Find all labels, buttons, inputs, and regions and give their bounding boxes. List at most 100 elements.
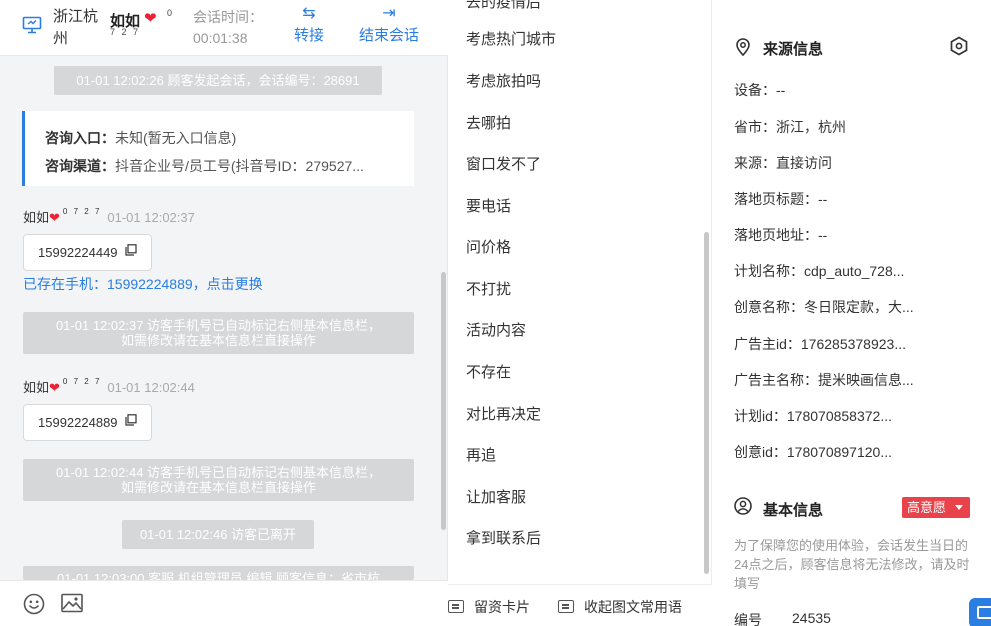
monitor-icon (22, 16, 42, 34)
logout-icon: ⇥ (382, 5, 396, 22)
field-id-value: 24535 (792, 610, 831, 626)
chat-toolbar (0, 580, 448, 626)
message-time: 01-01 12:02:44 (107, 380, 195, 395)
field-plan-id: 计划id：178070858372... (734, 408, 892, 424)
intent-value: 高意愿 (907, 500, 947, 515)
quick-reply-item[interactable]: 考虑旅拍吗 (466, 70, 541, 91)
message-bubble[interactable]: 15992224449 (23, 234, 152, 271)
heart-icon: ❤ (144, 10, 157, 27)
emoji-icon[interactable] (23, 593, 45, 615)
caret-down-icon (955, 505, 963, 510)
channel-row: 咨询渠道：抖音企业号/员工号(抖音号ID：279527... (45, 152, 414, 180)
change-phone-link[interactable]: 已存在手机：15992224889，点击更换 (23, 274, 263, 294)
sender-name: 如如 (23, 210, 50, 225)
chat-header: 浙江杭州 如如 ❤ 0 7 2 7 会话时间： 00:01:38 ⇆ 转接 ⇥ … (0, 0, 448, 56)
chat-float-button[interactable] (969, 598, 991, 626)
quick-reply-item[interactable]: 再追 (466, 444, 496, 465)
transfer-icon: ⇆ (302, 5, 316, 22)
entry-value: 未知(暂无入口信息) (115, 130, 237, 146)
quick-reply-item[interactable]: 要电话 (466, 195, 511, 216)
field-plan-name: 计划名称：cdp_auto_728... (734, 263, 905, 279)
visitor-left-notice: 01-01 12:02:46 访客已离开 (122, 520, 314, 549)
quick-reply-panel: 去的疫情后 考虑热门城市 考虑旅拍吗 去哪拍 窗口发不了 要电话 问价格 不打扰… (448, 0, 712, 626)
chat-scrollbar[interactable] (441, 272, 446, 530)
heart-icon: ❤ (49, 380, 60, 395)
session-time-value: 00:01:38 (193, 30, 248, 46)
visitor-location: 浙江杭州 (53, 8, 99, 47)
location-pin-icon (736, 38, 750, 56)
quick-reply-item[interactable]: 让加客服 (466, 486, 526, 507)
image-icon[interactable] (61, 593, 83, 613)
field-landing-title: 落地页标题：-- (734, 191, 828, 207)
user-icon (734, 497, 752, 515)
message-bubble[interactable]: 15992224889 (23, 404, 152, 441)
notice-line: 如需修改请在基本信息栏直接操作 (120, 480, 316, 495)
basic-info-title: 基本信息 (763, 502, 824, 519)
field-device: 设备：-- (734, 82, 786, 98)
entry-row: 咨询入口：未知(暂无入口信息) (45, 124, 414, 152)
quick-reply-item[interactable]: 对比再决定 (466, 403, 541, 424)
lead-card-button[interactable]: 留资卡片 (448, 597, 530, 617)
channel-value: 抖音企业号/员工号(抖音号ID：279527... (115, 158, 364, 174)
end-session-button[interactable]: ⇥ 结束会话 (359, 4, 419, 45)
quick-reply-item[interactable]: 考虑热门城市 (466, 28, 556, 49)
session-time-label: 会话时间： (193, 9, 263, 25)
auto-mark-notice: 01-01 12:02:37 访客手机号已自动标记右侧基本信息栏， 如需修改请在… (23, 312, 414, 354)
chat-panel: 浙江杭州 如如 ❤ 0 7 2 7 会话时间： 00:01:38 ⇆ 转接 ⇥ … (0, 0, 448, 626)
field-landing-url: 落地页地址：-- (734, 227, 828, 243)
transfer-button[interactable]: ⇆ 转接 (294, 4, 324, 45)
field-advertiser-id: 广告主id：176285378923... (734, 336, 906, 352)
message-sender: 如如❤ 0 7 2 7 01-01 12:02:37 (23, 207, 195, 226)
edit-deadline-notice: 为了保障您的使用体验，会话发生当日的24点之后，顾客信息将无法修改，请及时填写 (734, 538, 970, 591)
end-session-label: 结束会话 (359, 27, 420, 44)
field-creative-id: 创意id：178070897120... (734, 444, 892, 460)
sender-name: 如如 (23, 380, 50, 395)
quick-reply-footer: 留资卡片 收起图文常用语 (448, 584, 712, 626)
message-icon (448, 600, 464, 613)
quick-reply-scrollbar[interactable] (704, 232, 709, 574)
app-root: 浙江杭州 如如 ❤ 0 7 2 7 会话时间： 00:01:38 ⇆ 转接 ⇥ … (0, 0, 991, 626)
message-sender: 如如❤ 0 7 2 7 01-01 12:02:44 (23, 377, 195, 396)
intent-dropdown[interactable]: 高意愿 (902, 497, 970, 518)
message-time: 01-01 12:02:37 (107, 210, 195, 225)
visitor-superscript: 0 (167, 8, 173, 18)
session-start-notice: 01-01 12:02:26 顾客发起会话，会话编号：28691 (54, 66, 382, 95)
transfer-label: 转接 (294, 27, 325, 44)
source-info-title: 来源信息 (763, 41, 824, 58)
sender-superscript: 0 7 2 7 (62, 207, 102, 216)
lead-card-label: 留资卡片 (474, 599, 530, 615)
visitor-subscript: 7 2 7 (110, 27, 141, 37)
notice-line: 01-01 12:02:44 访客手机号已自动标记右侧基本信息栏， (55, 465, 382, 480)
field-source: 来源：直接访问 (734, 155, 832, 171)
quick-reply-item[interactable]: 不打扰 (466, 278, 511, 299)
channel-label: 咨询渠道： (45, 158, 115, 174)
quick-reply-item[interactable]: 不存在 (466, 361, 511, 382)
consult-info-card: 咨询入口：未知(暂无入口信息) 咨询渠道：抖音企业号/员工号(抖音号ID：279… (22, 111, 414, 186)
field-id-label: 编号 (734, 612, 762, 626)
quick-reply-item[interactable]: 去的疫情后 (466, 0, 541, 12)
customer-info-panel: 来源信息 设备：-- 省市：浙江，杭州 来源：直接访问 落地页标题：-- 落地页… (712, 0, 991, 626)
auto-mark-notice: 01-01 12:02:44 访客手机号已自动标记右侧基本信息栏， 如需修改请在… (23, 459, 414, 501)
copy-icon[interactable] (125, 244, 137, 256)
message-icon (558, 600, 574, 613)
notice-line: 如需修改请在基本信息栏直接操作 (120, 333, 316, 348)
quick-reply-item[interactable]: 去哪拍 (466, 112, 511, 133)
sender-superscript: 0 7 2 7 (62, 377, 102, 386)
collapse-phrases-button[interactable]: 收起图文常用语 (558, 597, 682, 617)
message-text: 15992224889 (38, 415, 118, 430)
field-advertiser-name: 广告主名称：提米映画信息... (734, 372, 914, 388)
field-creative-name: 创意名称：冬日限定款，大... (734, 299, 914, 315)
quick-reply-item[interactable]: 问价格 (466, 236, 511, 257)
edit-notice: 01-01 12:03:00 客服 机组管理员 编辑 顾客信息：省市杭 (23, 566, 414, 580)
heart-icon: ❤ (49, 210, 60, 225)
copy-icon[interactable] (125, 414, 137, 426)
quick-reply-item[interactable]: 窗口发不了 (466, 153, 541, 174)
quick-reply-item[interactable]: 活动内容 (466, 319, 526, 340)
settings-hex-icon[interactable] (949, 36, 969, 56)
quick-reply-item[interactable]: 拿到联系后 (466, 527, 541, 548)
field-province: 省市：浙江，杭州 (734, 119, 846, 135)
notice-line: 01-01 12:02:37 访客手机号已自动标记右侧基本信息栏， (55, 318, 382, 333)
entry-label: 咨询入口： (45, 130, 115, 146)
message-text: 15992224449 (38, 245, 118, 260)
collapse-phrases-label: 收起图文常用语 (584, 599, 682, 615)
